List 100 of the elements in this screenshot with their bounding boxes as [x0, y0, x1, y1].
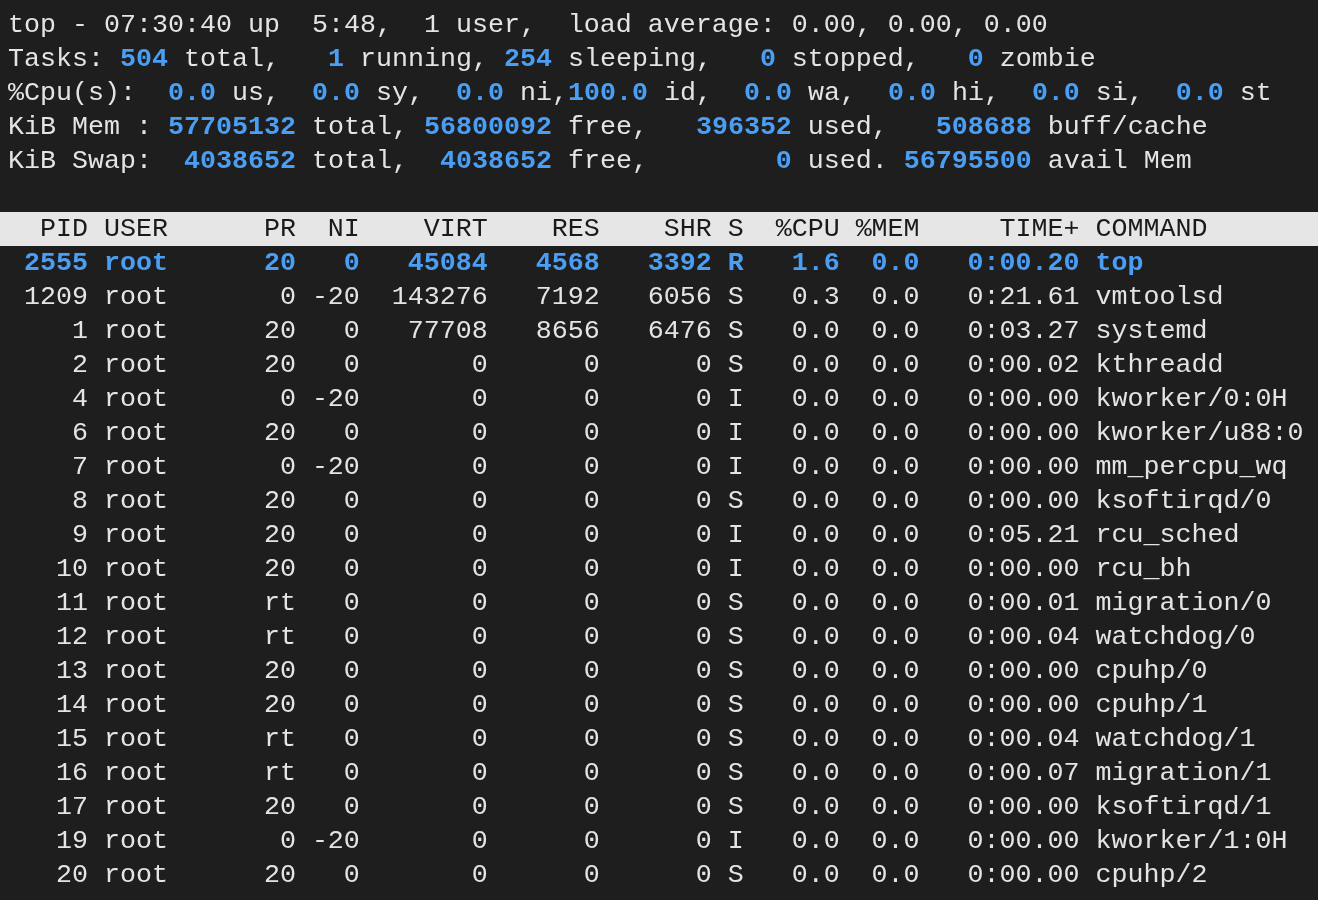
table-cell-text: 0	[470, 451, 488, 484]
table-cell-text: 20	[262, 553, 296, 586]
table-cell-text: S	[727, 315, 744, 348]
table-cell-text: 2	[70, 349, 88, 382]
table-cell-text: 0:00.04	[966, 723, 1080, 756]
summary-value: 504	[120, 44, 168, 74]
column-header: %MEM	[855, 213, 920, 246]
table-cell-text: 0	[582, 825, 600, 858]
table-cell-text: 6056	[646, 281, 712, 314]
summary-value: 1	[327, 44, 344, 74]
table-cell-text: root	[103, 417, 169, 450]
table-cell-text: 0.0	[790, 587, 840, 620]
summary-value: 4038652	[439, 146, 552, 176]
table-cell-text: -20	[311, 451, 360, 484]
summary-value: 0	[967, 44, 984, 74]
table-cell-text: cpuhp/1	[1095, 689, 1208, 722]
table-cell-text: 0	[342, 587, 360, 620]
table-cell-text: root	[103, 519, 169, 552]
column-header: VIRT	[422, 213, 488, 246]
table-cell-text: root	[103, 689, 169, 722]
table-cell-text: S	[727, 689, 744, 722]
table-cell-text: 0	[470, 791, 488, 824]
table-cell-text: 0.0	[870, 349, 920, 382]
summary-text: sy,	[374, 78, 425, 108]
column-header: SHR	[662, 213, 712, 246]
table-cell-text: -20	[311, 281, 360, 314]
table-cell-text: root	[103, 587, 169, 620]
table-cell-text: kworker/0:0H	[1095, 383, 1288, 416]
table-cell-text: 6476	[646, 315, 712, 348]
table-cell-text: 0	[470, 825, 488, 858]
table-cell-text: 0.0	[790, 825, 840, 858]
table-cell-text: 77708	[406, 315, 488, 348]
summary-text: KiB Swap:	[8, 146, 153, 176]
table-cell-text: S	[727, 349, 744, 382]
summary-value: 396352	[695, 112, 792, 142]
table-cell-text: migration/1	[1095, 757, 1272, 790]
table-cell-text: rt	[262, 757, 296, 790]
summary-text: free,	[566, 146, 649, 176]
table-cell-text: 0:00.01	[966, 587, 1080, 620]
table-cell-text: I	[727, 553, 744, 586]
table-cell-text: 0.0	[870, 451, 920, 484]
table-cell-text: 0:00.02	[966, 349, 1080, 382]
table-cell-text: 0	[470, 349, 488, 382]
table-cell-text: 0.0	[870, 723, 920, 756]
table-cell-text: 6	[70, 417, 88, 450]
table-cell-text: 0	[342, 417, 360, 450]
table-cell-text: 0	[694, 519, 712, 552]
summary-value: 0	[759, 44, 776, 74]
table-cell-text: 0	[470, 417, 488, 450]
table-cell-text: 0	[470, 553, 488, 586]
table-cell-text: root	[103, 281, 169, 314]
table-cell-text: 0:00.04	[966, 621, 1080, 654]
summary-value: 0.0	[167, 78, 216, 108]
table-cell-text: 12	[54, 621, 88, 654]
table-cell-text: I	[727, 825, 744, 858]
table-cell-text: 0	[582, 519, 600, 552]
table-cell-text: 0	[582, 587, 600, 620]
table-cell-text: 0.0	[870, 621, 920, 654]
summary-text: si,	[1094, 78, 1145, 108]
table-cell-text: 20	[262, 315, 296, 348]
summary-value: 4038652	[183, 146, 296, 176]
table-cell-text: S	[727, 791, 744, 824]
table-cell-text: rcu_sched	[1095, 519, 1240, 552]
table-cell-text: 0:00.00	[966, 417, 1080, 450]
table-cell-text: 15	[54, 723, 88, 756]
table-cell-text: 0	[582, 723, 600, 756]
table-cell-text: 0:00.00	[966, 553, 1080, 586]
table-cell-text: 11	[54, 587, 88, 620]
summary-value: 254	[503, 44, 552, 74]
table-cell-text: root	[103, 621, 169, 654]
summary-text: total,	[310, 146, 409, 176]
table-cell-text: 0	[470, 655, 488, 688]
table-cell-text: root	[103, 247, 169, 280]
table-cell-text: S	[727, 621, 744, 654]
table-cell-text: 0	[582, 451, 600, 484]
table-cell-text: 0	[342, 791, 360, 824]
table-cell-text: 0.0	[790, 451, 840, 484]
table-cell-text: top	[1095, 247, 1144, 280]
table-cell-text: root	[103, 791, 169, 824]
table-cell-text: S	[727, 655, 744, 688]
table-cell-text: systemd	[1095, 315, 1208, 348]
summary-value: 0.0	[887, 78, 936, 108]
table-cell-text: 0.0	[870, 247, 920, 280]
table-cell-text: ksoftirqd/0	[1095, 485, 1272, 518]
table-cell-text: 0.0	[790, 757, 840, 790]
table-cell-text: 0.0	[790, 315, 840, 348]
summary-text: used.	[806, 146, 889, 176]
table-cell-text: root	[103, 825, 169, 858]
table-cell-text: 0.0	[790, 485, 840, 518]
summary-value: 508688	[935, 112, 1032, 142]
table-cell-text: 10	[54, 553, 88, 586]
table-cell-text: 7192	[534, 281, 600, 314]
table-cell-text: 0	[342, 655, 360, 688]
column-header: RES	[550, 213, 600, 246]
table-cell-text: 0.0	[870, 859, 920, 892]
table-cell-text: 0	[470, 859, 488, 892]
summary-value: 100.0	[567, 78, 648, 108]
table-cell-text: 17	[54, 791, 88, 824]
column-header: %CPU	[774, 213, 840, 246]
table-cell-text: 7	[70, 451, 88, 484]
